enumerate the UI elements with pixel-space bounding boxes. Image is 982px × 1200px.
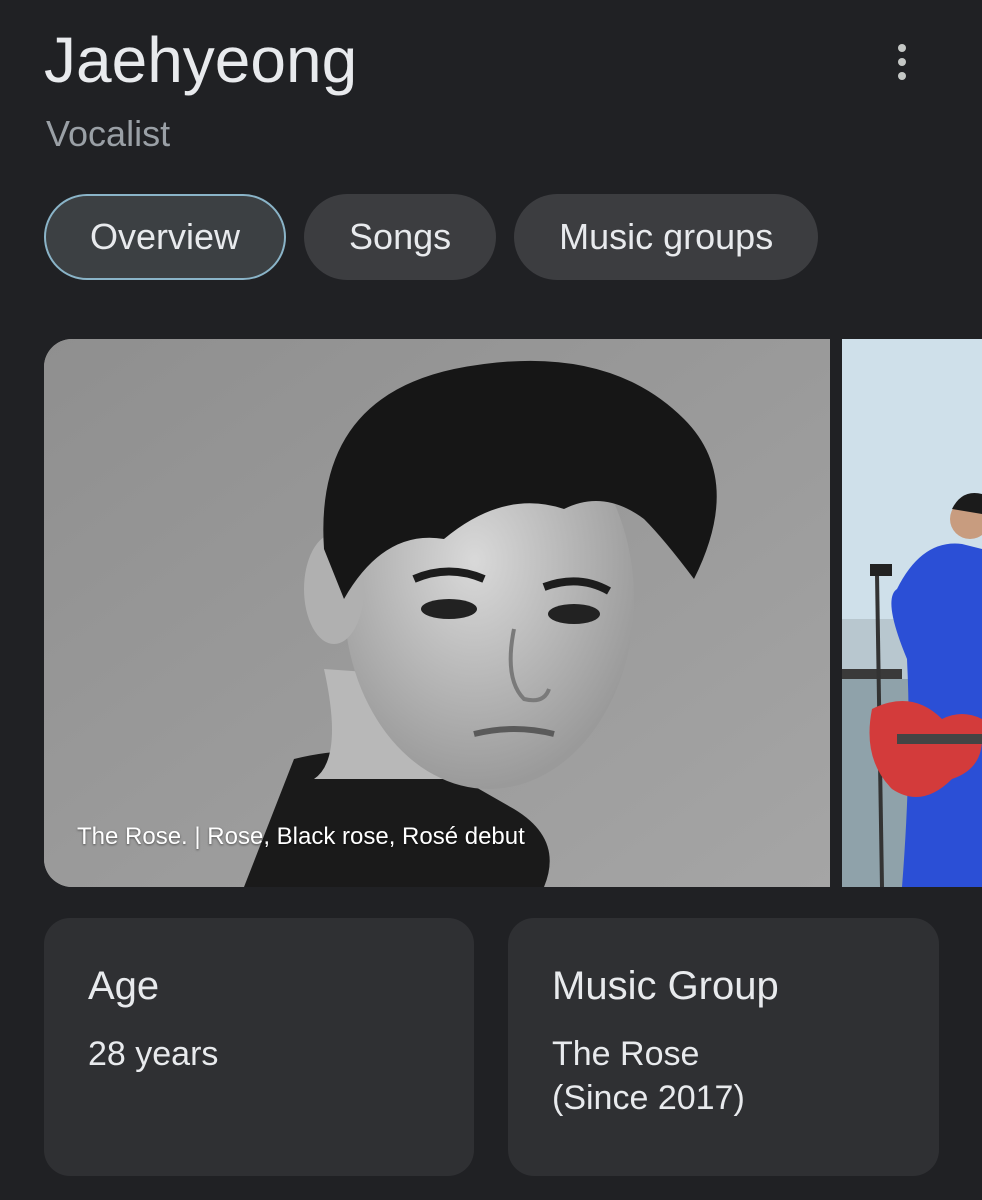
music-group-since: (Since 2017) — [552, 1079, 745, 1117]
music-group-label: Music Group — [552, 964, 779, 1008]
age-value: 28 years — [88, 1035, 219, 1073]
music-group-value: The Rose (Since 2017) — [552, 1032, 895, 1120]
music-group-name: The Rose — [552, 1035, 700, 1073]
facts-section: Age 28 years Music Group The Rose (Since… — [44, 918, 939, 1176]
more-options-button[interactable] — [880, 40, 924, 84]
tab-songs[interactable]: Songs — [304, 194, 497, 280]
image-carousel[interactable]: The Rose. | Rose, Black rose, Rosé debut — [44, 339, 982, 887]
age-label: Age — [88, 964, 160, 1008]
main-portrait-image[interactable]: The Rose. | Rose, Black rose, Rosé debut — [44, 339, 830, 887]
more-vert-icon-dot — [898, 58, 906, 66]
tab-bar: Overview Songs Music groups — [44, 194, 819, 280]
page-title: Jaehyeong — [44, 24, 358, 96]
music-group-card[interactable]: Music Group The Rose (Since 2017) — [508, 918, 939, 1176]
secondary-performance-image[interactable] — [842, 339, 982, 887]
portrait-photo — [44, 339, 830, 887]
page-subtitle: Vocalist — [46, 113, 171, 154]
more-vert-icon — [898, 44, 906, 52]
tab-music-groups[interactable]: Music groups — [514, 194, 819, 280]
image-caption[interactable]: The Rose. | Rose, Black rose, Rosé debut — [77, 823, 525, 851]
performance-photo — [842, 339, 982, 887]
tab-overview[interactable]: Overview — [44, 194, 287, 280]
age-card[interactable]: Age 28 years — [44, 918, 474, 1176]
more-vert-icon-dot — [898, 72, 906, 80]
